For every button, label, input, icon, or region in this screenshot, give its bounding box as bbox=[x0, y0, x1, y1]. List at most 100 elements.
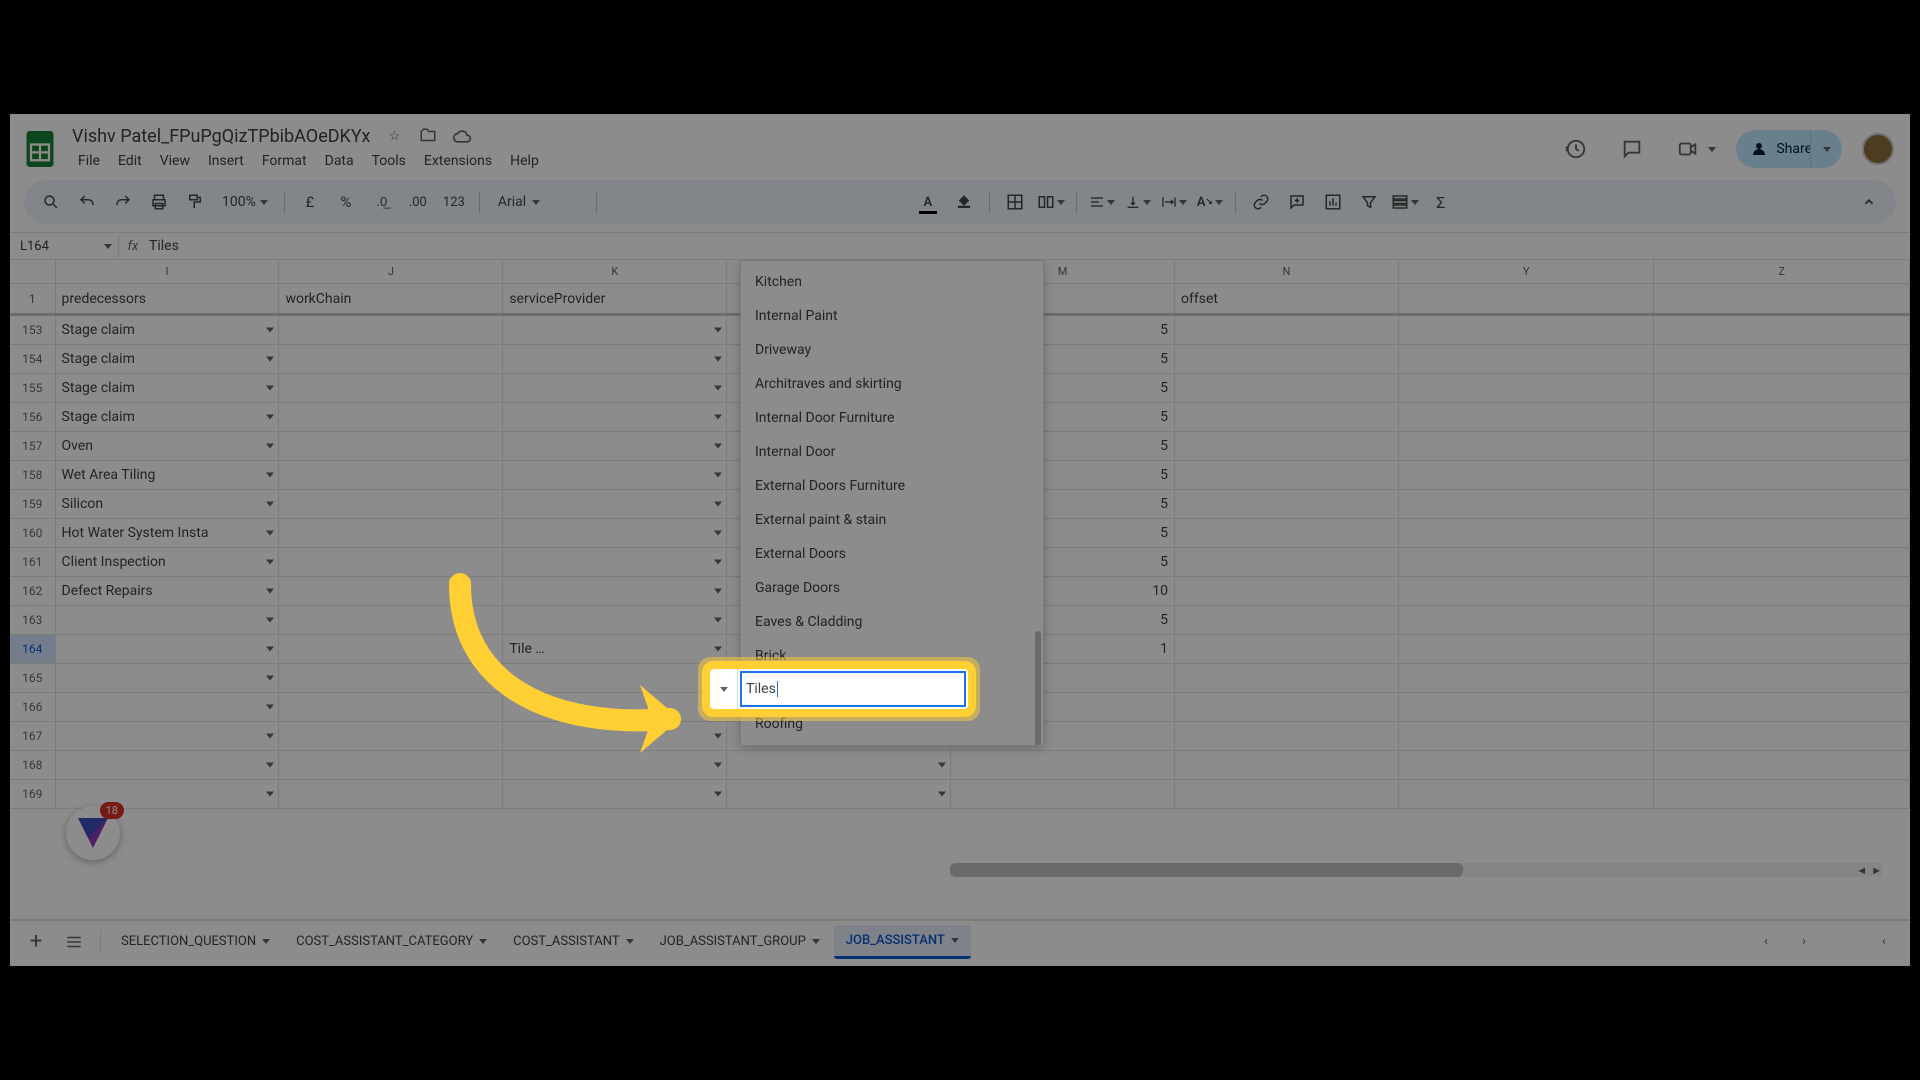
zoom-select[interactable]: 100% bbox=[216, 194, 274, 210]
cell[interactable] bbox=[1175, 548, 1399, 576]
row-header[interactable]: 158 bbox=[10, 461, 56, 489]
redo-icon[interactable] bbox=[108, 187, 138, 217]
decrease-decimal-icon[interactable]: .0̲ bbox=[367, 187, 397, 217]
cell[interactable] bbox=[279, 432, 503, 460]
cell-dropdown-icon[interactable] bbox=[714, 328, 722, 333]
currency-icon[interactable]: £ bbox=[295, 187, 325, 217]
cell[interactable] bbox=[1175, 780, 1399, 808]
cell[interactable] bbox=[1175, 403, 1399, 431]
cell[interactable] bbox=[727, 751, 951, 779]
dropdown-item[interactable]: External paint & stain bbox=[741, 503, 1043, 537]
dropdown-item[interactable]: Kitchen bbox=[741, 265, 1043, 299]
account-avatar[interactable] bbox=[1862, 133, 1894, 165]
cell-dropdown-icon[interactable] bbox=[266, 734, 274, 739]
header-offset[interactable]: offset bbox=[1175, 284, 1399, 313]
cell[interactable] bbox=[279, 461, 503, 489]
row-header[interactable]: 162 bbox=[10, 577, 56, 605]
cell[interactable] bbox=[56, 751, 280, 779]
col-header-N[interactable]: N bbox=[1175, 260, 1399, 283]
row-header[interactable]: 163 bbox=[10, 606, 56, 634]
undo-icon[interactable] bbox=[72, 187, 102, 217]
cell[interactable]: Stage claim bbox=[56, 403, 280, 431]
sheet-tab-menu-icon[interactable] bbox=[479, 939, 487, 944]
document-title[interactable]: Vishv Patel_FPuPgQizTPbibAOeDKYx bbox=[72, 126, 370, 147]
menu-extensions[interactable]: Extensions bbox=[416, 149, 500, 173]
sheet-tab[interactable]: SELECTION_QUESTION bbox=[109, 925, 282, 959]
menu-view[interactable]: View bbox=[152, 149, 198, 173]
fill-color-icon[interactable] bbox=[949, 187, 979, 217]
sheet-tab[interactable]: COST_ASSISTANT bbox=[501, 925, 646, 959]
cell[interactable] bbox=[951, 751, 1175, 779]
cloud-status-icon[interactable] bbox=[452, 126, 472, 146]
row-header[interactable]: 168 bbox=[10, 751, 56, 779]
menu-insert[interactable]: Insert bbox=[200, 149, 252, 173]
formula-input[interactable]: Tiles bbox=[147, 238, 179, 254]
cell[interactable] bbox=[279, 780, 503, 808]
cell-dropdown-icon[interactable] bbox=[266, 357, 274, 362]
cell[interactable] bbox=[279, 577, 503, 605]
row-header[interactable]: 169 bbox=[10, 780, 56, 808]
cell-dropdown-icon[interactable] bbox=[266, 763, 274, 768]
dropdown-item[interactable]: Eaves & Cladding bbox=[741, 605, 1043, 639]
dropdown-trigger-icon[interactable] bbox=[710, 669, 738, 709]
cell[interactable] bbox=[279, 519, 503, 547]
cell[interactable] bbox=[1175, 345, 1399, 373]
cell[interactable]: Defect Repairs bbox=[56, 577, 280, 605]
cell[interactable] bbox=[503, 490, 727, 518]
row-header[interactable]: 153 bbox=[10, 316, 56, 344]
sheet-tab[interactable]: JOB_ASSISTANT_GROUP bbox=[648, 925, 832, 959]
cell[interactable] bbox=[1399, 751, 1655, 779]
cell[interactable] bbox=[279, 606, 503, 634]
row-header[interactable]: 164 bbox=[10, 635, 56, 663]
cell[interactable] bbox=[56, 635, 280, 663]
comments-icon[interactable] bbox=[1614, 131, 1650, 167]
cell[interactable] bbox=[1175, 432, 1399, 460]
cell[interactable]: Stage claim bbox=[56, 374, 280, 402]
font-select[interactable]: Arial bbox=[490, 194, 586, 210]
increase-decimal-icon[interactable]: .00 bbox=[403, 187, 433, 217]
cell-dropdown-icon[interactable] bbox=[266, 589, 274, 594]
cell[interactable] bbox=[1399, 577, 1655, 605]
cell-dropdown-icon[interactable] bbox=[266, 676, 274, 681]
cell[interactable] bbox=[503, 664, 727, 692]
col-header-I[interactable]: I bbox=[56, 260, 280, 283]
dropdown-item[interactable]: Garage Doors bbox=[741, 571, 1043, 605]
row-header[interactable]: 161 bbox=[10, 548, 56, 576]
cell[interactable] bbox=[1175, 635, 1399, 663]
col-header-K[interactable]: K bbox=[503, 260, 727, 283]
menu-help[interactable]: Help bbox=[502, 149, 547, 173]
collapse-toolbar-icon[interactable] bbox=[1854, 187, 1884, 217]
cell[interactable] bbox=[1399, 548, 1655, 576]
merge-icon[interactable] bbox=[1036, 187, 1066, 217]
dropdown-item[interactable]: Driveway bbox=[741, 333, 1043, 367]
row-header[interactable]: 166 bbox=[10, 693, 56, 721]
cell[interactable] bbox=[1654, 490, 1910, 518]
rotate-icon[interactable]: A↘ bbox=[1195, 187, 1225, 217]
cell[interactable]: Wet Area Tiling bbox=[56, 461, 280, 489]
cell[interactable] bbox=[1175, 490, 1399, 518]
menu-file[interactable]: File bbox=[70, 149, 108, 173]
cell-dropdown-icon[interactable] bbox=[714, 647, 722, 652]
dropdown-item[interactable]: External Doors bbox=[741, 537, 1043, 571]
active-cell-editor[interactable]: Tiles bbox=[740, 671, 966, 707]
meet-dropdown-icon[interactable] bbox=[1708, 147, 1716, 152]
cell[interactable] bbox=[1399, 403, 1655, 431]
cell[interactable] bbox=[503, 316, 727, 344]
cell-dropdown-icon[interactable] bbox=[714, 531, 722, 536]
dropdown-item[interactable]: External Doors Furniture bbox=[741, 469, 1043, 503]
cell[interactable] bbox=[1399, 519, 1655, 547]
cell[interactable] bbox=[1399, 490, 1655, 518]
cell[interactable] bbox=[1399, 722, 1655, 750]
cell[interactable]: Stage claim bbox=[56, 345, 280, 373]
cell[interactable] bbox=[1399, 664, 1655, 692]
cell-dropdown-icon[interactable] bbox=[714, 473, 722, 478]
cell[interactable] bbox=[1175, 606, 1399, 634]
cell-dropdown-icon[interactable] bbox=[714, 502, 722, 507]
dropdown-item[interactable]: Internal Door bbox=[741, 435, 1043, 469]
cell[interactable] bbox=[1654, 432, 1910, 460]
cell[interactable] bbox=[1399, 693, 1655, 721]
cell-dropdown-icon[interactable] bbox=[714, 618, 722, 623]
cell[interactable]: Silicon bbox=[56, 490, 280, 518]
cell[interactable]: Client Inspection bbox=[56, 548, 280, 576]
scroll-tabs-right[interactable]: › bbox=[1786, 924, 1822, 960]
